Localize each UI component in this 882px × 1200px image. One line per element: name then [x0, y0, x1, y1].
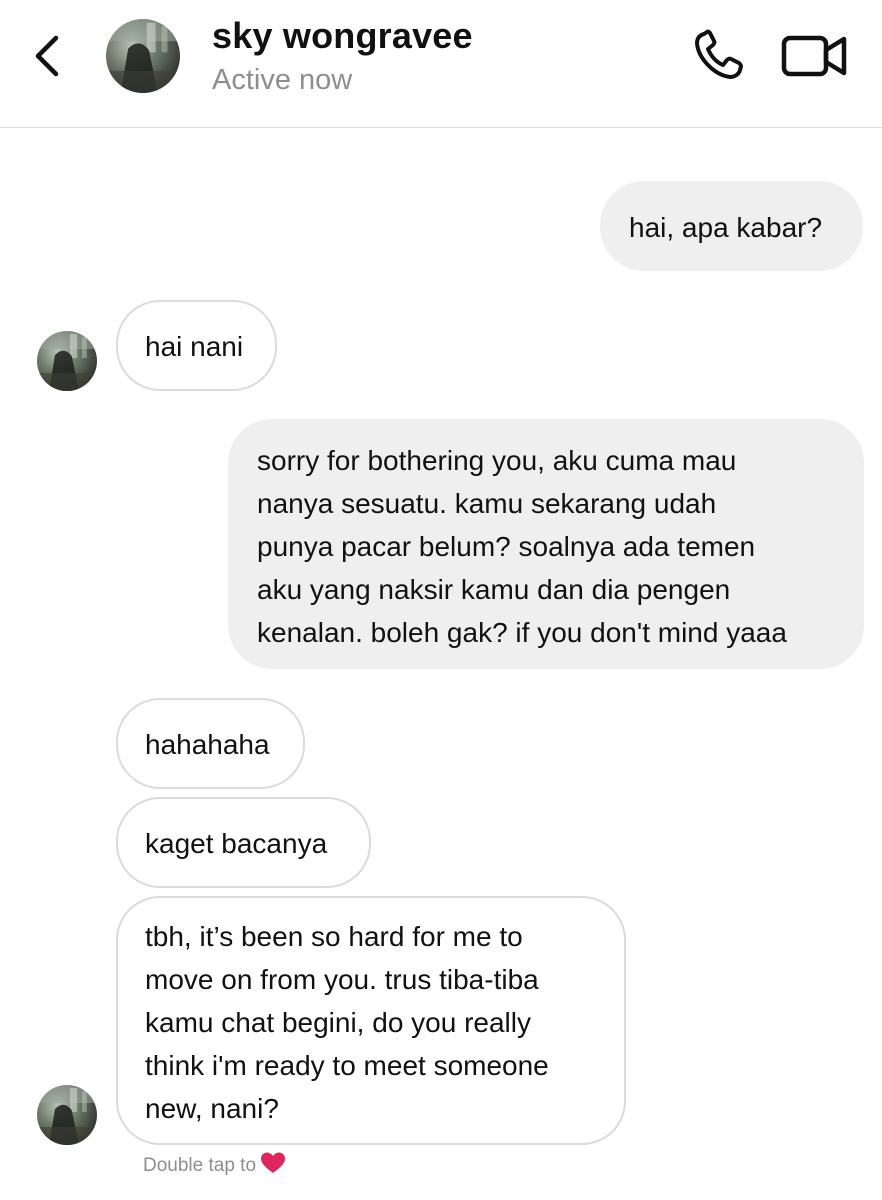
sender-avatar[interactable]	[37, 1085, 97, 1145]
message-text-line: sorry for bothering you, aku cuma mau	[257, 445, 737, 476]
audio-call-button[interactable]	[690, 28, 750, 84]
incoming-message[interactable]: tbh, it’s been so hard for me to move on…	[116, 896, 626, 1145]
incoming-message[interactable]: hahahaha	[116, 698, 305, 789]
message-text-line: tbh, it’s been so hard for me to	[145, 921, 523, 952]
message-text-line: kamu chat begini, do you really	[145, 1007, 531, 1038]
message-text-line: move on from you. trus tiba-tiba	[145, 964, 539, 995]
contact-name[interactable]: sky wongravee	[212, 15, 473, 57]
message-text-line: aku yang naksir kamu dan dia pengen	[257, 574, 731, 605]
video-call-button[interactable]	[780, 30, 848, 82]
double-tap-hint: Double tap to	[143, 1151, 286, 1177]
back-button[interactable]	[26, 30, 70, 82]
message-text: hai nani	[145, 331, 244, 362]
chevron-left-icon	[35, 35, 59, 77]
incoming-message[interactable]: hai nani	[116, 300, 277, 391]
message-text-line: think i'm ready to meet someone	[145, 1050, 549, 1081]
heart-icon	[261, 1152, 286, 1173]
message-text-line: new, nani?	[145, 1093, 279, 1124]
message-text: hahahaha	[145, 729, 270, 760]
chat-header: sky wongravee Active now	[0, 0, 882, 128]
message-text: hai, apa kabar?	[629, 212, 823, 243]
incoming-message[interactable]: kaget bacanya	[116, 797, 371, 888]
outgoing-message[interactable]: hai, apa kabar?	[600, 181, 863, 271]
contact-avatar[interactable]	[106, 19, 180, 93]
message-text: kaget bacanya	[145, 828, 328, 859]
message-text-line: nanya sesuatu. kamu sekarang udah	[257, 488, 717, 519]
outgoing-message[interactable]: sorry for bothering you, aku cuma mau na…	[228, 419, 864, 669]
message-text-line: kenalan. boleh gak? if you don't mind ya…	[257, 617, 787, 648]
message-text-line: punya pacar belum? soalnya ada temen	[257, 531, 756, 562]
phone-icon	[695, 29, 743, 79]
sender-avatar[interactable]	[37, 331, 97, 391]
hint-text: Double tap to	[143, 1155, 257, 1176]
active-status: Active now	[212, 64, 353, 96]
video-camera-icon	[781, 35, 847, 77]
